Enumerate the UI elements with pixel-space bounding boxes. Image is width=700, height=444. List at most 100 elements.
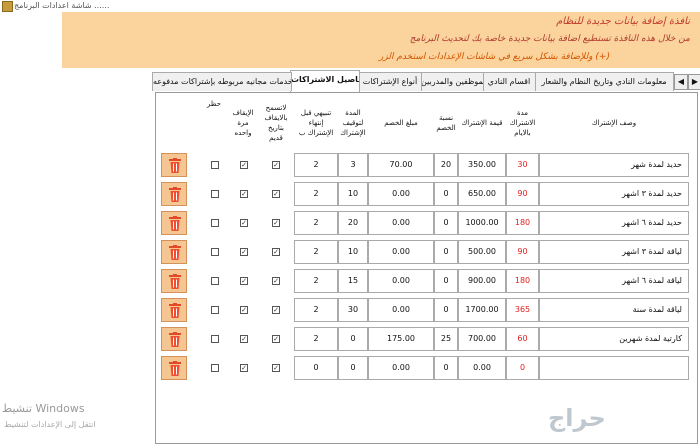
cell-notify[interactable]: 2	[294, 298, 338, 322]
cell-desc[interactable]: حديد لمدة ٣ اشهر	[539, 182, 689, 206]
tab-staff-trainers[interactable]: الموظفين والمدربين	[420, 72, 484, 91]
cell-days[interactable]: 90	[506, 240, 539, 264]
cell-discount-amt[interactable]: 0.00	[368, 182, 434, 206]
cell-desc[interactable]: لياقة لمدة ٣ اشهر	[539, 240, 689, 264]
cell-discount-amt[interactable]: 175.00	[368, 327, 434, 351]
cell-desc[interactable]: لياقة لمدة سنة	[539, 298, 689, 322]
once-checkbox[interactable]: ✓	[240, 161, 248, 169]
cell-notify[interactable]: 2	[294, 327, 338, 351]
cell-desc[interactable]: حديد لمدة ٦ اشهر	[539, 211, 689, 235]
cell-discount-amt[interactable]: 0.00	[368, 211, 434, 235]
subscriptions-grid-panel: وصف الإشتراك مدة الاشتراك بالايام قيمة ا…	[155, 92, 698, 444]
cell-notify[interactable]: 2	[294, 211, 338, 235]
trash-icon	[169, 245, 181, 260]
cell-discount-pct[interactable]: 0	[434, 182, 458, 206]
cell-days[interactable]: 180	[506, 211, 539, 235]
cell-price[interactable]: 500.00	[458, 240, 506, 264]
cell-days[interactable]: 30	[506, 153, 539, 177]
once-checkbox[interactable]: ✓	[240, 248, 248, 256]
cell-days[interactable]: 180	[506, 269, 539, 293]
cell-discount-pct[interactable]: 0	[434, 211, 458, 235]
tab-prev-button[interactable]: ◀	[674, 74, 688, 90]
block-checkbox[interactable]	[211, 364, 219, 372]
no-renew-checkbox[interactable]: ✓	[272, 219, 280, 227]
cell-days[interactable]: 0	[506, 356, 539, 380]
cell-notify[interactable]: 2	[294, 240, 338, 264]
cell-freeze[interactable]: 0	[338, 356, 368, 380]
cell-discount-amt[interactable]: 0.00	[368, 269, 434, 293]
block-checkbox[interactable]	[211, 306, 219, 314]
delete-row-button[interactable]	[161, 153, 187, 177]
cell-discount-amt[interactable]: 0.00	[368, 240, 434, 264]
once-checkbox[interactable]: ✓	[240, 277, 248, 285]
cell-freeze[interactable]: 3	[338, 153, 368, 177]
cell-freeze[interactable]: 20	[338, 211, 368, 235]
cell-discount-pct[interactable]: 0	[434, 298, 458, 322]
no-renew-checkbox[interactable]: ✓	[272, 161, 280, 169]
once-checkbox[interactable]: ✓	[240, 219, 248, 227]
cell-discount-amt[interactable]: 0.00	[368, 356, 434, 380]
cell-days[interactable]: 365	[506, 298, 539, 322]
cell-discount-amt[interactable]: 0.00	[368, 298, 434, 322]
block-checkbox[interactable]	[211, 335, 219, 343]
delete-row-button[interactable]	[161, 182, 187, 206]
cell-notify[interactable]: 2	[294, 182, 338, 206]
cell-freeze[interactable]: 0	[338, 327, 368, 351]
cell-discount-pct[interactable]: 0	[434, 240, 458, 264]
block-checkbox[interactable]	[211, 277, 219, 285]
no-renew-checkbox[interactable]: ✓	[272, 190, 280, 198]
delete-row-button[interactable]	[161, 356, 187, 380]
cell-desc[interactable]	[539, 356, 689, 380]
no-renew-checkbox[interactable]: ✓	[272, 335, 280, 343]
no-renew-checkbox[interactable]: ✓	[272, 306, 280, 314]
cell-desc[interactable]: لياقة لمدة ٦ اشهر	[539, 269, 689, 293]
cell-desc[interactable]: حديد لمدة شهر	[539, 153, 689, 177]
cell-discount-pct[interactable]: 0	[434, 356, 458, 380]
no-renew-checkbox[interactable]: ✓	[272, 277, 280, 285]
tab-next-button[interactable]: ▶	[688, 74, 700, 90]
no-renew-checkbox[interactable]: ✓	[272, 248, 280, 256]
tab-club-sections[interactable]: اقسام النادي	[482, 72, 536, 91]
no-renew-checkbox[interactable]: ✓	[272, 364, 280, 372]
header-line-2: من خلال هذه النافذة تستطيع اضافة بيانات …	[409, 34, 690, 44]
cell-days[interactable]: 90	[506, 182, 539, 206]
once-checkbox[interactable]: ✓	[240, 335, 248, 343]
delete-row-button[interactable]	[161, 327, 187, 351]
cell-price[interactable]: 1700.00	[458, 298, 506, 322]
delete-row-button[interactable]	[161, 211, 187, 235]
cell-freeze[interactable]: 15	[338, 269, 368, 293]
block-checkbox[interactable]	[211, 248, 219, 256]
delete-row-button[interactable]	[161, 298, 187, 322]
cell-days[interactable]: 60	[506, 327, 539, 351]
cell-discount-amt[interactable]: 70.00	[368, 153, 434, 177]
tab-subscription-types[interactable]: أنواع الإشتراكات	[358, 72, 422, 91]
tab-free-services[interactable]: خدمات مجانيه مربوطه بإشتراكات مدفوعه	[152, 72, 292, 91]
cell-discount-pct[interactable]: 20	[434, 153, 458, 177]
block-checkbox[interactable]	[211, 219, 219, 227]
cell-freeze[interactable]: 30	[338, 298, 368, 322]
tab-subscription-details[interactable]: تفاصيل الاشتراكات	[290, 70, 360, 92]
cell-notify[interactable]: 2	[294, 269, 338, 293]
block-checkbox[interactable]	[211, 161, 219, 169]
cell-discount-pct[interactable]: 0	[434, 269, 458, 293]
cell-price[interactable]: 650.00	[458, 182, 506, 206]
cell-notify[interactable]: 2	[294, 153, 338, 177]
delete-row-button[interactable]	[161, 240, 187, 264]
cell-discount-pct[interactable]: 25	[434, 327, 458, 351]
cell-freeze[interactable]: 10	[338, 182, 368, 206]
once-checkbox[interactable]: ✓	[240, 306, 248, 314]
block-checkbox[interactable]	[211, 190, 219, 198]
once-checkbox[interactable]: ✓	[240, 190, 248, 198]
tab-club-info[interactable]: معلومات النادي وتاريخ النظام والشعار	[534, 72, 674, 91]
once-checkbox[interactable]: ✓	[240, 364, 248, 372]
cell-price[interactable]: 900.00	[458, 269, 506, 293]
delete-row-button[interactable]	[161, 269, 187, 293]
cell-price[interactable]: 1000.00	[458, 211, 506, 235]
header-title: نافذة إضافة بيانات جديدة للنظام	[556, 16, 690, 27]
cell-price[interactable]: 700.00	[458, 327, 506, 351]
cell-freeze[interactable]: 10	[338, 240, 368, 264]
cell-notify[interactable]: 0	[294, 356, 338, 380]
cell-desc[interactable]: كارتية لمدة شهرين	[539, 327, 689, 351]
cell-price[interactable]: 350.00	[458, 153, 506, 177]
cell-price[interactable]: 0.00	[458, 356, 506, 380]
